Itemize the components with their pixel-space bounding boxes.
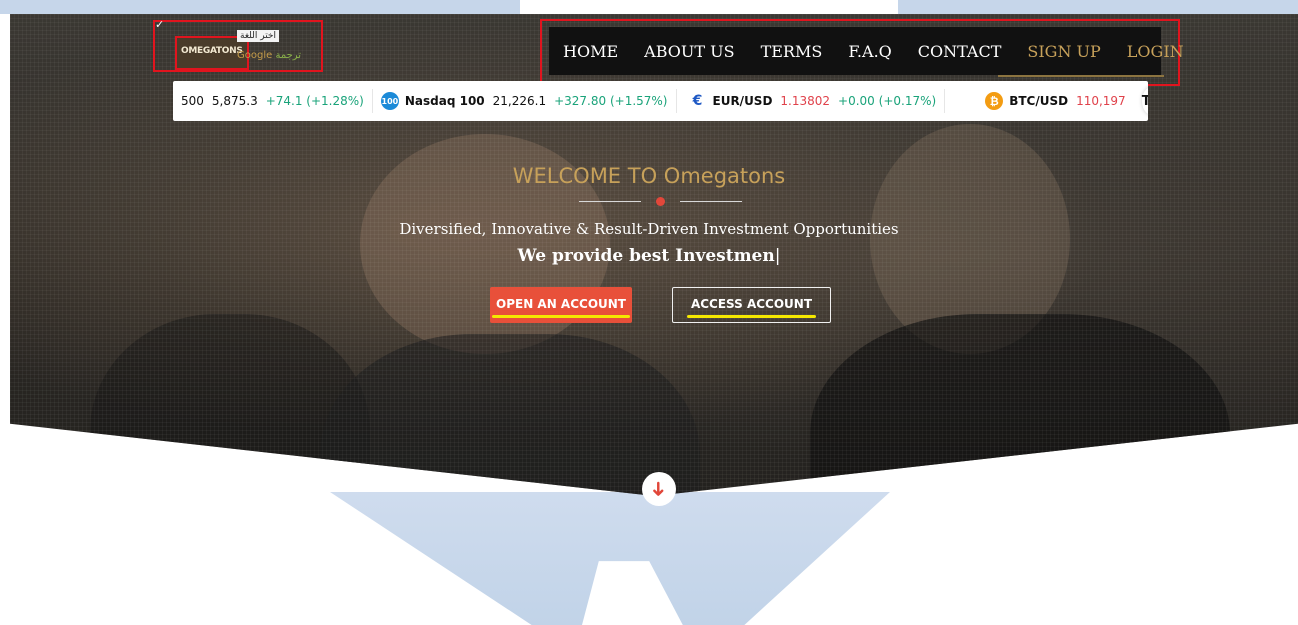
divider-line-right [680,201,742,202]
google-translate-suffix: ترجمة [275,50,302,61]
hero-subtag-text: We provide best Investmen [517,246,775,266]
backdrop-funnel [330,492,890,625]
ticker-price: 110,197 [1076,94,1126,108]
open-account-label: OPEN AN ACCOUNT [492,297,630,318]
ticker-item[interactable]: 100 Nasdaq 100 21,226.1 +327.80 (+1.57%) [373,89,677,113]
hero-tagline: Diversified, Innovative & Result-Driven … [399,220,899,238]
ticker-item[interactable]: 500 5,875.3 +74.1 (+1.28%) [173,89,373,113]
backdrop-top-right [898,0,1298,14]
nav-contact[interactable]: CONTACT [918,42,1002,61]
language-select[interactable]: اختر اللغة [237,30,279,42]
nav-about-us[interactable]: ABOUT US [644,42,734,61]
ticker-price: 5,875.3 [211,94,258,108]
hero-subtagline: We provide best Investmen| [0,246,1298,266]
nav-sign-up[interactable]: SIGN UP [1027,42,1100,61]
nav-active-underline [998,75,1164,77]
divider-line-left [579,201,641,202]
price-ticker: 500 5,875.3 +74.1 (+1.28%) 100 Nasdaq 10… [173,81,1148,121]
main-nav: HOME ABOUT US TERMS F.A.Q CONTACT SIGN U… [549,27,1184,77]
backdrop-top-left [0,0,520,14]
ticker-price: 1.13802 [780,94,831,108]
logo-translate-area: ✓ OMEGATONS اختر اللغة Google ترجمة [153,18,323,72]
nasdaq-icon: 100 [380,92,399,110]
ticker-change: +0.00 (+0.17%) [838,94,937,108]
euro-flag-icon: € [692,93,703,109]
typing-cursor: | [774,246,781,266]
ticker-change: +327.80 (+1.57%) [554,94,668,108]
ticker-symbol: BTC/USD [1009,94,1069,108]
ticker-item[interactable]: € EUR/USD 1.13802 +0.00 (+0.17%) [677,89,946,113]
ticker-change: +74.1 (+1.28%) [265,94,364,108]
ticker-symbol: 500 [181,94,204,108]
tradingview-logo-icon[interactable]: TV [1141,87,1148,115]
nav-terms[interactable]: TERMS [761,42,823,61]
nav-annotation-box: HOME ABOUT US TERMS F.A.Q CONTACT SIGN U… [540,19,1184,86]
hero-figure-woman-body [320,334,700,496]
bitcoin-icon: ₿ [985,92,1004,110]
hero-figure-man-head [870,124,1070,354]
ticker-price: 21,226.1 [492,94,547,108]
access-account-button[interactable]: ACCESS ACCOUNT [672,287,831,323]
scroll-down-arrow-icon[interactable]: ➜ [642,472,676,506]
access-account-label: ACCESS ACCOUNT [686,297,817,318]
nav-home[interactable]: HOME [563,42,618,61]
open-account-button[interactable]: OPEN AN ACCOUNT [490,287,632,323]
ticker-symbol: Nasdaq 100 [404,94,485,108]
ticker-symbol: EUR/USD [712,94,773,108]
check-icon: ✓ [155,18,165,31]
logo-text: OMEGATONS [181,46,243,56]
google-translate-label: Google ترجمة [237,50,301,61]
google-label: Google [237,50,273,61]
heading-divider [579,197,744,206]
hero-figure-man-body [810,314,1230,496]
ticker-item[interactable]: ₿ BTC/USD 110,197 [945,89,1142,113]
nav-faq[interactable]: F.A.Q [848,42,891,61]
nav-login[interactable]: LOGIN [1127,42,1184,61]
hero-figure-left [90,314,370,496]
welcome-heading: WELCOME TO Omegatons [512,164,786,188]
divider-dot [656,197,665,206]
